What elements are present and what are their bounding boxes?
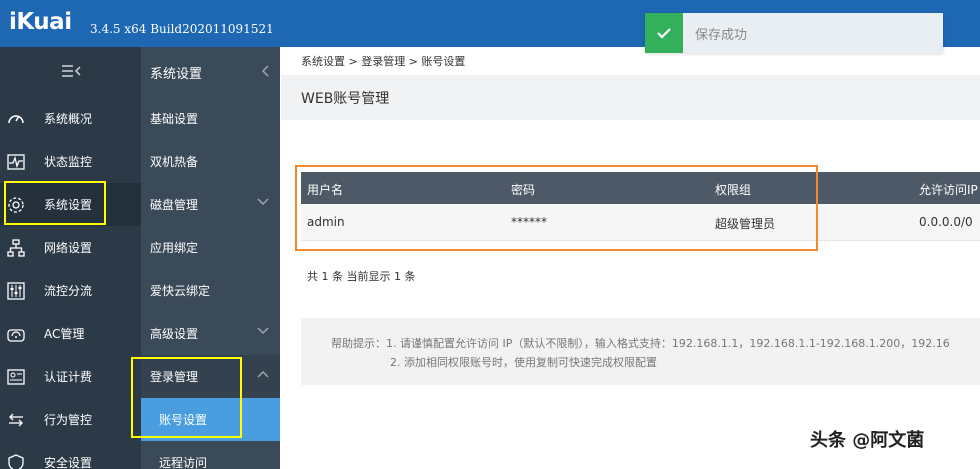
sidebar-item-label: AC管理 (44, 327, 85, 341)
chevron-up-icon (256, 368, 270, 382)
cell-allowed-ip: 0.0.0.0/0 (919, 215, 973, 229)
sidebar-item-label: 流控分流 (44, 284, 93, 298)
highlight-box-login-management (131, 357, 242, 438)
sidebar-item-label: 系统概况 (44, 112, 93, 126)
shield-icon (7, 453, 25, 469)
main-sidebar: 系统概况 状态监控 系统设置 网络设置 流控分流 AC管理 认证计费 行为管控 … (0, 47, 141, 469)
checkmark-icon (645, 13, 683, 53)
sidebar-item-label: 行为管控 (44, 413, 93, 427)
sidebar-item-flow-control[interactable]: 流控分流 (0, 269, 141, 312)
help-line-1: 帮助提示：1. 请谨慎配置允许访问 IP（默认不限制），输入格式支持：192.1… (331, 337, 950, 350)
highlight-box-system-settings (4, 181, 106, 225)
sub-item-remote-access[interactable]: 远程访问 (141, 441, 280, 469)
help-box: 帮助提示：1. 请谨慎配置允许访问 IP（默认不限制），输入格式支持：192.1… (301, 318, 980, 385)
chevron-left-icon[interactable] (260, 64, 270, 82)
sub-item-disk[interactable]: 磁盘管理 (141, 183, 280, 226)
sub-item-hot-standby[interactable]: 双机热备 (141, 140, 280, 183)
pulse-icon (7, 153, 25, 171)
page-title: WEB账号管理 (301, 91, 390, 107)
sidebar-item-auth[interactable]: 认证计费 (0, 355, 141, 398)
arrows-icon (7, 411, 25, 429)
sidebar-item-network[interactable]: 网络设置 (0, 226, 141, 269)
record-count: 共 1 条 当前显示 1 条 (307, 270, 416, 283)
sub-item-app-binding[interactable]: 应用绑定 (141, 226, 280, 269)
sidebar-item-label: 网络设置 (44, 241, 93, 255)
sub-item-label: 高级设置 (150, 327, 199, 341)
sub-sidebar-title[interactable]: 系统设置 (141, 51, 280, 94)
sidebar-item-label: 安全设置 (44, 456, 93, 469)
version-text: 3.4.5 x64 Build202011091521 (90, 22, 274, 36)
sub-sidebar-title-label: 系统设置 (150, 67, 203, 82)
success-toast: 保存成功 (645, 13, 943, 53)
sub-item-label: 双机热备 (150, 155, 199, 169)
highlight-box-account-row (295, 165, 818, 251)
watermark: 头条 @阿文菌 (810, 430, 925, 451)
sidebar-item-behavior[interactable]: 行为管控 (0, 398, 141, 441)
sidebar-item-overview[interactable]: 系统概况 (0, 97, 141, 140)
menu-collapse-icon (60, 63, 82, 82)
sub-item-label: 爱快云绑定 (150, 284, 211, 298)
sub-item-cloud-binding[interactable]: 爱快云绑定 (141, 269, 280, 312)
id-card-icon (7, 368, 25, 386)
sub-item-label: 磁盘管理 (150, 198, 199, 212)
network-icon (7, 238, 25, 257)
sliders-icon (7, 281, 25, 300)
ikuai-logo: iKuai (9, 9, 72, 35)
sidebar-item-label: 状态监控 (44, 155, 93, 169)
help-line-2: 2. 添加相同权限账号时，使用复制可快速完成权限配置 (390, 356, 657, 369)
column-header-allowed-ip: 允许访问IP (919, 183, 978, 197)
sidebar-item-ac[interactable]: AC管理 (0, 312, 141, 355)
sub-item-label: 远程访问 (159, 456, 208, 469)
page-header: WEB账号管理 (281, 75, 980, 120)
sub-item-basic[interactable]: 基础设置 (141, 97, 280, 140)
sub-item-label: 应用绑定 (150, 241, 199, 255)
collapse-sidebar-button[interactable] (0, 47, 141, 97)
toast-message: 保存成功 (695, 27, 748, 43)
wifi-router-icon (7, 325, 25, 343)
chevron-down-icon (256, 196, 270, 210)
gauge-icon (7, 110, 25, 128)
sidebar-item-label: 认证计费 (44, 370, 93, 384)
sub-item-advanced[interactable]: 高级设置 (141, 312, 280, 355)
sidebar-item-monitor[interactable]: 状态监控 (0, 140, 141, 183)
sidebar-item-security[interactable]: 安全设置 (0, 441, 141, 469)
chevron-down-icon (256, 325, 270, 339)
sub-item-label: 基础设置 (150, 112, 199, 126)
breadcrumb: 系统设置 > 登录管理 > 账号设置 (301, 55, 466, 68)
